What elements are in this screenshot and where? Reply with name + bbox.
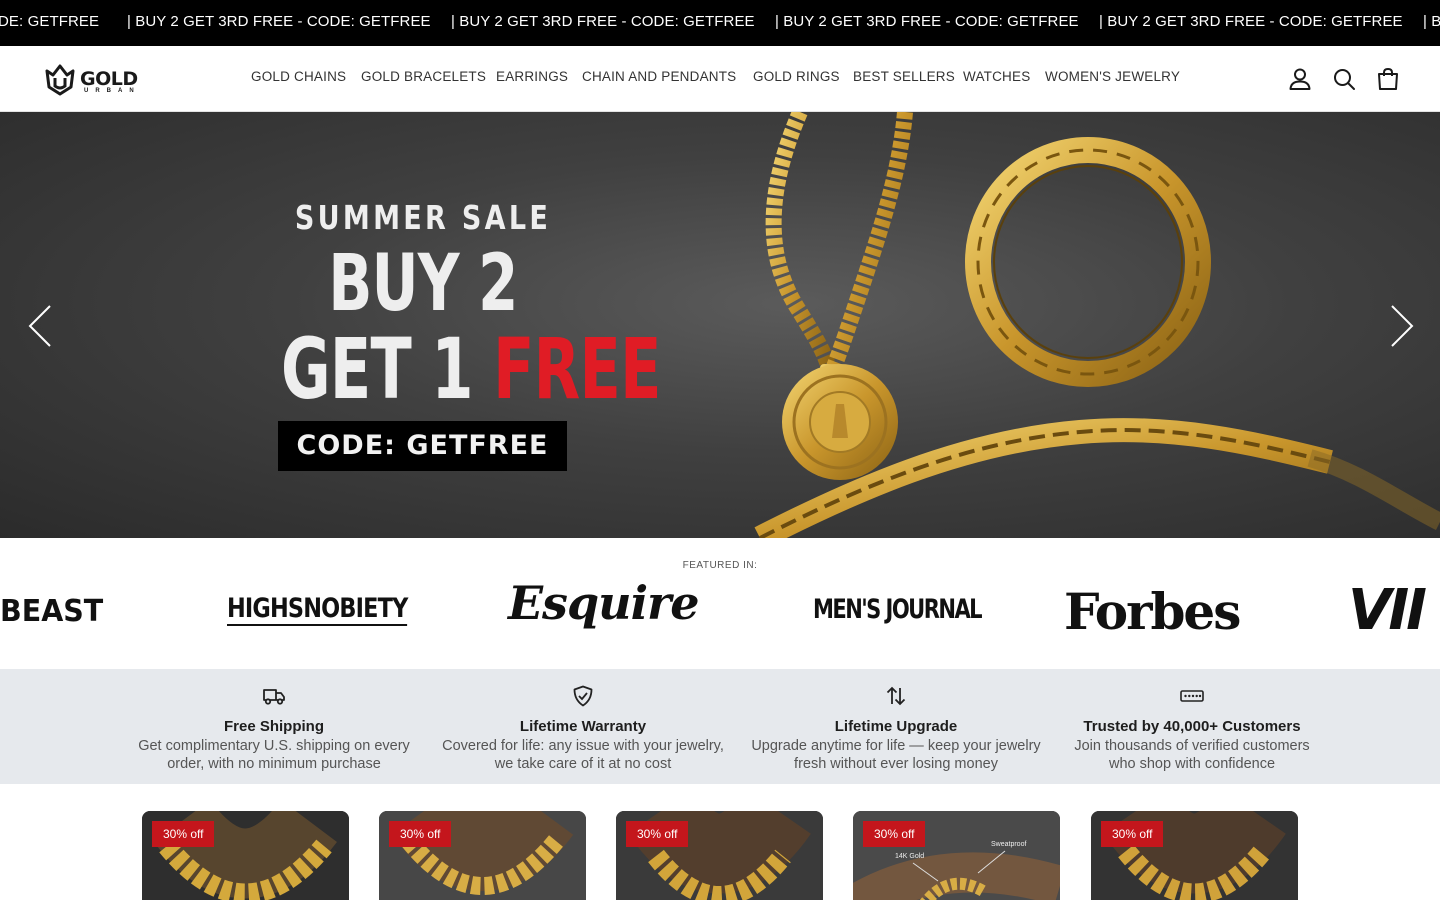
nav-chain-and-pendants[interactable]: CHAIN AND PENDANTS bbox=[582, 69, 736, 84]
product-card[interactable]: 30% off bbox=[142, 811, 349, 900]
announcement-text: | BUY 2 GET 3RD FREE - CODE: GETFREE bbox=[451, 13, 755, 30]
product-card[interactable]: 30% off bbox=[1091, 811, 1298, 900]
announcement-bar: DE: GETFREE | BUY 2 GET 3RD FREE - CODE:… bbox=[0, 0, 1440, 46]
product-card[interactable]: 30% off bbox=[379, 811, 586, 900]
product-overlay-label: Sweatproof bbox=[991, 841, 1027, 848]
discount-badge: 30% off bbox=[863, 821, 926, 847]
product-card[interactable]: 30% off bbox=[616, 811, 823, 900]
press-logo-vice: VII bbox=[1348, 578, 1427, 643]
press-logo-daily-beast: BEAST bbox=[0, 594, 104, 629]
press-logo-mens-journal: MEN'S JOURNAL bbox=[813, 594, 983, 625]
benefit-description: Join thousands of verified customers who… bbox=[1074, 738, 1310, 772]
benefit-free-shipping: Free Shipping Get complimentary U.S. shi… bbox=[120, 669, 428, 784]
discount-badge: 30% off bbox=[626, 821, 689, 847]
hero-title-red: FREE bbox=[493, 320, 661, 418]
featured-label: FEATURED IN: bbox=[682, 560, 758, 571]
announcement-text: | BUY 2 GET 3RD FREE - CODE: GETFREE bbox=[1099, 13, 1403, 30]
nav-earrings[interactable]: EARRINGS bbox=[496, 69, 568, 84]
swap-arrows-icon bbox=[886, 686, 906, 706]
benefit-trusted-customers: Trusted by 40,000+ Customers Join thousa… bbox=[1066, 669, 1318, 784]
nav-gold-bracelets[interactable]: GOLD BRACELETS bbox=[361, 69, 486, 84]
press-logo-highsnobiety: HIGHSNOBIETY bbox=[227, 593, 408, 626]
chevron-left-icon[interactable] bbox=[26, 302, 56, 350]
hero-promo-code: CODE: GETFREE bbox=[278, 421, 567, 471]
benefit-description: Covered for life: any issue with your je… bbox=[442, 738, 724, 772]
cart-icon[interactable] bbox=[1375, 66, 1401, 92]
hero-title-line1: BUY 2 bbox=[328, 239, 518, 329]
benefit-lifetime-upgrade: Lifetime Upgrade Upgrade anytime for lif… bbox=[738, 669, 1054, 784]
nav-gold-rings[interactable]: GOLD RINGS bbox=[753, 69, 840, 84]
hero-banner[interactable]: SUMMER SALE BUY 2 GET 1 FREE CODE: GETFR… bbox=[0, 112, 1440, 538]
press-logo-forbes: Forbes bbox=[1064, 582, 1241, 641]
benefit-title: Lifetime Upgrade bbox=[834, 718, 958, 735]
nav-watches[interactable]: WATCHES bbox=[963, 69, 1030, 84]
site-header: GOLD URBAN GOLD CHAINS GOLD BRACELETS EA… bbox=[0, 46, 1440, 112]
benefit-title: Lifetime Warranty bbox=[519, 718, 647, 735]
press-logo-esquire: Esquire bbox=[508, 576, 700, 630]
announcement-text: | BUY 2 GET 3RD FREE - CODE: GETFREE bbox=[127, 13, 431, 30]
shield-check-icon bbox=[573, 685, 593, 707]
discount-badge: 30% off bbox=[1101, 821, 1164, 847]
chevron-right-icon[interactable] bbox=[1386, 302, 1416, 350]
nav-womens-jewelry[interactable]: WOMEN'S JEWELRY bbox=[1045, 69, 1180, 84]
nav-gold-chains[interactable]: GOLD CHAINS bbox=[251, 69, 346, 84]
benefit-description: Get complimentary U.S. shipping on every… bbox=[138, 738, 410, 772]
discount-badge: 30% off bbox=[389, 821, 452, 847]
product-overlay-label: 14K Gold bbox=[895, 853, 925, 860]
nav-best-sellers[interactable]: BEST SELLERS bbox=[853, 69, 955, 84]
hero-title-white: GET 1 bbox=[281, 320, 494, 418]
product-card[interactable]: 30% off 14K Gold Sweatproof bbox=[853, 811, 1060, 900]
hero-title-line2: GET 1 FREE bbox=[281, 324, 661, 414]
announcement-text: DE: GETFREE bbox=[0, 13, 100, 30]
discount-badge: 30% off bbox=[152, 821, 215, 847]
main-nav: GOLD CHAINS GOLD BRACELETS EARRINGS CHAI… bbox=[0, 46, 1440, 112]
benefit-lifetime-warranty: Lifetime Warranty Covered for life: any … bbox=[440, 669, 726, 784]
announcement-text: | B bbox=[1423, 13, 1440, 30]
benefits-bar: Free Shipping Get complimentary U.S. shi… bbox=[0, 669, 1440, 784]
benefit-title: Free Shipping bbox=[223, 718, 324, 735]
account-icon[interactable] bbox=[1287, 66, 1313, 92]
truck-icon bbox=[263, 689, 285, 705]
search-icon[interactable] bbox=[1331, 66, 1357, 92]
benefit-description: Upgrade anytime for life — keep your jew… bbox=[751, 738, 1041, 772]
benefit-title: Trusted by 40,000+ Customers bbox=[1083, 718, 1301, 735]
announcement-text: | BUY 2 GET 3RD FREE - CODE: GETFREE bbox=[775, 13, 1079, 30]
hero-subtitle: SUMMER SALE bbox=[294, 198, 552, 237]
gold-jewelry-illustration bbox=[754, 112, 1440, 538]
stars-icon bbox=[1180, 690, 1204, 702]
